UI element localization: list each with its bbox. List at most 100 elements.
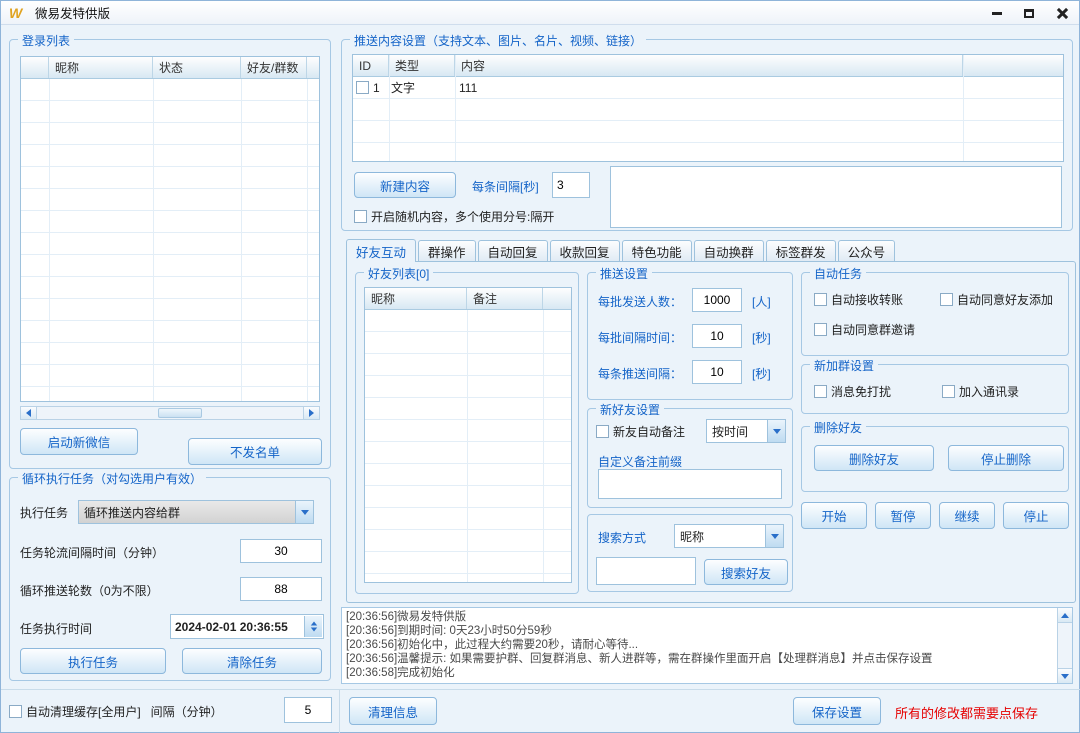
- remark-mode-dropdown-button[interactable]: [767, 420, 785, 442]
- loop-task-select[interactable]: 循环推送内容给群: [78, 500, 314, 524]
- add-to-contacts-label: 加入通讯录: [959, 383, 1019, 400]
- new-friend-groupbox: 新好友设置 新友自动备注 按时间 自定义备注前缀: [587, 408, 793, 508]
- batch-size-input[interactable]: [692, 288, 742, 312]
- login-table-body[interactable]: [21, 79, 319, 401]
- friend-list-table[interactable]: 昵称 备注: [364, 287, 572, 583]
- new-content-button[interactable]: 新建内容: [354, 172, 456, 198]
- remark-mode-select[interactable]: 按时间: [706, 419, 786, 443]
- friend-list-body[interactable]: [365, 310, 571, 582]
- hscroll-thumb[interactable]: [158, 408, 202, 418]
- random-content-checkbox-row[interactable]: 开启随机内容，多个使用分号:隔开: [354, 208, 554, 225]
- auto-clear-cache-checkbox[interactable]: [9, 705, 22, 718]
- auto-clear-cache-row[interactable]: 自动清理缓存[全用户] 间隔（分钟）: [9, 703, 223, 720]
- task-time-spinner[interactable]: [304, 616, 322, 637]
- friend-col-remark[interactable]: 备注: [467, 288, 543, 309]
- push-col-id[interactable]: ID: [353, 55, 389, 76]
- tab-friend-interaction[interactable]: 好友互动: [346, 239, 416, 262]
- search-input[interactable]: [596, 557, 696, 585]
- search-mode-value: 昵称: [680, 528, 704, 545]
- resume-button[interactable]: 继续: [939, 502, 995, 529]
- tab-official-account[interactable]: 公众号: [838, 240, 896, 262]
- row-checkbox[interactable]: [356, 81, 369, 94]
- execute-task-button[interactable]: 执行任务: [20, 648, 166, 674]
- scroll-right-button[interactable]: [303, 407, 319, 419]
- batch-interval-label: 每批间隔时间：: [598, 329, 682, 346]
- tab-auto-switch-group[interactable]: 自动换群: [694, 240, 764, 262]
- batch-interval-input[interactable]: [692, 324, 742, 348]
- stop-delete-button[interactable]: 停止删除: [948, 445, 1064, 471]
- remark-prefix-input[interactable]: [598, 469, 782, 499]
- mute-notifications-row[interactable]: 消息免打扰: [814, 383, 891, 400]
- auto-clear-cache-label: 自动清理缓存[全用户]: [26, 703, 141, 720]
- push-content-table[interactable]: ID 类型 内容 1 文字 111: [352, 54, 1064, 162]
- add-to-contacts-checkbox[interactable]: [942, 385, 955, 398]
- minimize-button[interactable]: [989, 5, 1005, 21]
- scroll-down-button[interactable]: [1058, 668, 1072, 683]
- auto-accept-group-invite-checkbox[interactable]: [814, 323, 827, 336]
- search-mode-dropdown-button[interactable]: [765, 525, 783, 547]
- start-new-wechat-button[interactable]: 启动新微信: [20, 428, 138, 455]
- add-to-contacts-row[interactable]: 加入通讯录: [942, 383, 1019, 400]
- chevron-down-icon: [773, 429, 781, 434]
- push-interval-input[interactable]: [692, 360, 742, 384]
- tab-special-features[interactable]: 特色功能: [622, 240, 692, 262]
- auto-accept-group-invite-row[interactable]: 自动同意群邀请: [814, 321, 915, 338]
- login-table-hscrollbar[interactable]: [20, 406, 320, 420]
- start-button[interactable]: 开始: [801, 502, 867, 529]
- search-friends-button[interactable]: 搜索好友: [704, 559, 788, 585]
- login-col-nickname[interactable]: 昵称: [49, 57, 153, 78]
- pause-button[interactable]: 暂停: [875, 502, 931, 529]
- auto-receive-transfer-row[interactable]: 自动接收转账: [814, 291, 903, 308]
- clear-info-button[interactable]: 清理信息: [349, 697, 437, 725]
- auto-remark-checkbox[interactable]: [596, 425, 609, 438]
- scroll-up-button[interactable]: [1058, 608, 1072, 623]
- task-interval-input[interactable]: [240, 539, 322, 563]
- chevron-down-icon: [301, 510, 309, 515]
- content-preview-textarea[interactable]: [610, 166, 1062, 228]
- tab-auto-reply[interactable]: 自动回复: [478, 240, 548, 262]
- scroll-left-button[interactable]: [21, 407, 37, 419]
- cache-interval-input[interactable]: [284, 697, 332, 723]
- maximize-button[interactable]: [1021, 5, 1037, 21]
- auto-accept-friend-row[interactable]: 自动同意好友添加: [940, 291, 1053, 308]
- per-item-interval-input[interactable]: [552, 172, 590, 198]
- mute-notifications-checkbox[interactable]: [814, 385, 827, 398]
- search-mode-select[interactable]: 昵称: [674, 524, 784, 548]
- push-col-type[interactable]: 类型: [389, 55, 455, 76]
- tab-tag-broadcast[interactable]: 标签群发: [766, 240, 836, 262]
- friend-col-nickname[interactable]: 昵称: [365, 288, 467, 309]
- task-time-picker[interactable]: 2024-02-01 20:36:55: [170, 614, 324, 639]
- close-icon: [1056, 8, 1067, 19]
- login-col-count[interactable]: 好友/群数: [241, 57, 307, 78]
- log-line: [20:36:56]微易发特供版: [346, 610, 1054, 624]
- login-col-status[interactable]: 状态: [153, 57, 241, 78]
- random-content-checkbox[interactable]: [354, 210, 367, 223]
- log-vscrollbar[interactable]: [1057, 608, 1072, 683]
- app-window: { "window": { "title": "微易发特供版" }, "logi…: [0, 0, 1080, 733]
- app-logo-icon: W: [9, 5, 27, 21]
- loop-rounds-input[interactable]: [240, 577, 322, 601]
- close-button[interactable]: [1053, 5, 1069, 21]
- push-content-body[interactable]: 1 文字 111: [353, 77, 1063, 161]
- delete-friends-groupbox: 删除好友 删除好友 停止删除: [801, 426, 1069, 492]
- login-table-header: 昵称 状态 好友/群数: [21, 57, 319, 79]
- save-settings-button[interactable]: 保存设置: [793, 697, 881, 725]
- no-send-list-button[interactable]: 不发名单: [188, 438, 322, 465]
- push-content-row[interactable]: 1 文字 111: [353, 77, 1063, 98]
- push-col-content[interactable]: 内容: [455, 55, 963, 76]
- auto-accept-friend-checkbox[interactable]: [940, 293, 953, 306]
- batch-size-label: 每批发送人数：: [598, 293, 682, 310]
- tab-group-operations[interactable]: 群操作: [418, 240, 476, 262]
- auto-receive-transfer-checkbox[interactable]: [814, 293, 827, 306]
- stop-button[interactable]: 停止: [1003, 502, 1069, 529]
- tab-payment-reply[interactable]: 收款回复: [550, 240, 620, 262]
- auto-remark-checkbox-row[interactable]: 新友自动备注: [596, 423, 685, 440]
- login-table[interactable]: 昵称 状态 好友/群数: [20, 56, 320, 402]
- clear-task-button[interactable]: 清除任务: [182, 648, 322, 674]
- save-hint-text: 所有的修改都需要点保存: [895, 703, 1038, 722]
- delete-friends-button[interactable]: 删除好友: [814, 445, 934, 471]
- loop-task-dropdown-button[interactable]: [295, 501, 313, 523]
- auto-receive-transfer-label: 自动接收转账: [831, 291, 903, 308]
- scroll-down-icon: [1061, 674, 1069, 679]
- loop-task-groupbox: 循环执行任务（对勾选用户有效） 执行任务 循环推送内容给群 任务轮流间隔时间（分…: [9, 477, 331, 681]
